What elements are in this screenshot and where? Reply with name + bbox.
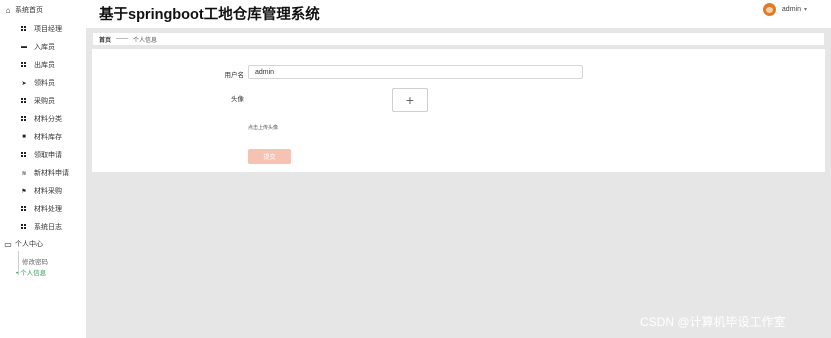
sidebar: ⌂ 系统首页 项目经理 ▬ 入库员 出库员 ➤ 领料员 采购员 材料分类 ■ 材…: [0, 0, 86, 338]
sidebar-item-label: 入库员: [34, 44, 55, 51]
sidebar-item-inbound-clerk[interactable]: ▬ 入库员: [0, 39, 86, 55]
avatar-upload-button[interactable]: +: [392, 88, 428, 112]
breadcrumb-separator: ——: [116, 36, 129, 42]
flag-icon: ⚑: [21, 188, 27, 195]
grid-icon: [19, 206, 29, 212]
sidebar-subitem-label: 个人信息: [20, 270, 47, 277]
home-icon: ⌂: [5, 5, 11, 15]
sidebar-item-material-picker[interactable]: ➤ 领料员: [0, 75, 86, 91]
grid-icon: [19, 224, 29, 230]
sidebar-item-label: 系统日志: [34, 224, 62, 231]
send-icon: ➤: [21, 80, 27, 87]
grid-icon: [19, 116, 29, 122]
sidebar-item-outbound-clerk[interactable]: 出库员: [0, 57, 86, 73]
grid-icon: [19, 26, 29, 32]
username-label: 用户名: [224, 72, 245, 79]
header: 基于springboot工地仓库管理系统 admin ▾: [86, 0, 831, 28]
sidebar-item-purchaser[interactable]: 采购员: [0, 93, 86, 109]
sidebar-item-label: 材料处理: [34, 206, 62, 213]
archive-icon: ■: [22, 134, 26, 140]
user-menu[interactable]: admin ▾: [762, 3, 807, 16]
monitor-icon: ▬: [21, 44, 27, 50]
sidebar-item-personal-center[interactable]: ▭ 个人中心: [0, 236, 86, 252]
breadcrumb-home[interactable]: 首页: [99, 35, 111, 44]
sidebar-item-label: 采购员: [34, 98, 55, 105]
submit-button[interactable]: 提交: [248, 149, 291, 164]
plus-icon: +: [405, 92, 415, 108]
active-dot-icon: •: [16, 270, 19, 277]
watermark: CSDN @计算机毕设工作室: [640, 315, 786, 329]
username-input[interactable]: admin: [248, 65, 583, 79]
profile-form-card: 用户名 admin 头像 + 点击上传头像 提交: [92, 49, 825, 172]
sidebar-item-material-purchase[interactable]: ⚑ 材料采购: [0, 183, 86, 199]
sidebar-item-system-log[interactable]: 系统日志: [0, 219, 86, 235]
sidebar-item-label: 项目经理: [34, 26, 62, 33]
breadcrumb: 首页 —— 个人信息: [93, 33, 824, 45]
sidebar-item-pickup-request[interactable]: 领取申请: [0, 147, 86, 163]
breadcrumb-current: 个人信息: [133, 37, 158, 44]
grid-icon: [19, 98, 29, 104]
sidebar-item-new-material-request[interactable]: ≋ 新材料申请: [0, 165, 86, 181]
app-title: 基于springboot工地仓库管理系统: [99, 7, 320, 23]
grid-icon: [19, 62, 29, 68]
sidebar-item-material-category[interactable]: 材料分类: [0, 111, 86, 127]
sliders-icon: ≋: [21, 170, 27, 177]
window-icon: ▭: [4, 239, 12, 249]
sidebar-item-label: 领取申请: [34, 152, 62, 159]
sidebar-item-label: 材料库存: [34, 134, 62, 141]
chevron-down-icon: ▾: [803, 7, 807, 13]
sidebar-subitem-change-password[interactable]: 修改密码: [22, 256, 48, 266]
sidebar-subitem-personal-info[interactable]: • 个人信息: [16, 267, 46, 277]
avatar-label: 头像: [231, 96, 244, 103]
sidebar-item-label: 领料员: [34, 80, 55, 87]
sidebar-item-label: 材料采购: [34, 188, 62, 195]
sidebar-item-label: 材料分类: [34, 116, 62, 123]
grid-icon: [19, 152, 29, 158]
sidebar-item-project-manager[interactable]: 项目经理: [0, 21, 86, 37]
user-name: admin: [781, 6, 801, 13]
upload-hint: 点击上传头像: [248, 125, 279, 131]
sidebar-item-label: 出库员: [34, 62, 55, 69]
sidebar-item-material-disposal[interactable]: 材料处理: [0, 201, 86, 217]
sidebar-item-label: 系统首页: [15, 7, 43, 14]
sidebar-item-material-stock[interactable]: ■ 材料库存: [0, 129, 86, 145]
sidebar-item-label: 新材料申请: [34, 170, 69, 177]
sidebar-item-label: 个人中心: [15, 241, 43, 248]
sidebar-item-home[interactable]: ⌂ 系统首页: [0, 2, 86, 18]
avatar: [762, 3, 776, 16]
